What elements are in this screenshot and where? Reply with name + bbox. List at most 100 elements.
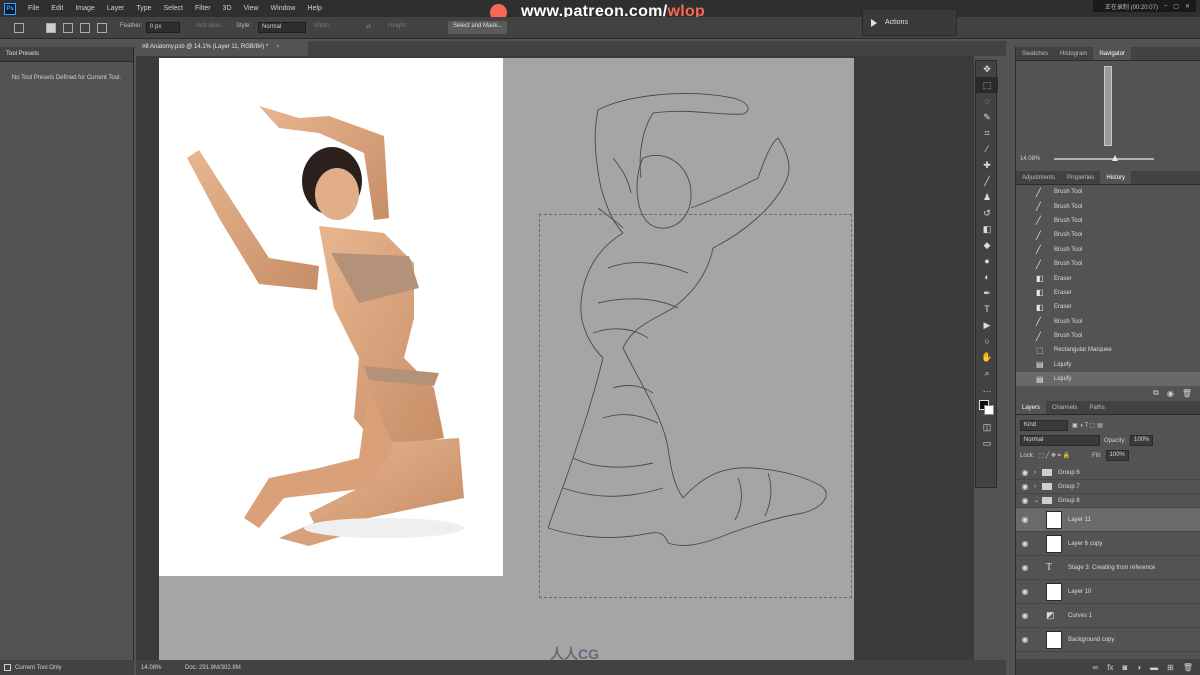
menu-window[interactable]: Window xyxy=(271,5,296,12)
lasso-tool-icon[interactable]: ◌ xyxy=(976,93,998,109)
visibility-eye-icon[interactable]: ◉ xyxy=(1016,587,1034,596)
tab-layers[interactable]: Layers xyxy=(1016,401,1047,414)
color-swatches[interactable] xyxy=(976,397,998,419)
tab-history[interactable]: History xyxy=(1100,171,1132,184)
tab-paths[interactable]: Paths xyxy=(1083,401,1110,414)
menu-type[interactable]: Type xyxy=(136,5,151,12)
layer-row[interactable]: ◉ ◩ Curves 1 xyxy=(1016,604,1200,628)
menu-layer[interactable]: Layer xyxy=(107,5,125,12)
layer-group-row[interactable]: ◉ › Group 6 xyxy=(1016,466,1200,480)
expand-chevron-icon[interactable]: › xyxy=(1034,470,1042,476)
canvas-area[interactable] xyxy=(136,56,974,664)
close-icon[interactable]: ✕ xyxy=(1185,3,1190,10)
new-layer-icon[interactable]: ⊞ xyxy=(1167,663,1174,672)
path-select-tool-icon[interactable]: ▶ xyxy=(976,317,998,333)
visibility-eye-icon[interactable]: ◉ xyxy=(1016,482,1034,491)
eyedropper-tool-icon[interactable]: ⁄ xyxy=(976,141,998,157)
menu-edit[interactable]: Edit xyxy=(51,5,63,12)
tab-navigator[interactable]: Navigator xyxy=(1093,47,1132,60)
history-item[interactable]: ╱ Brush Tool xyxy=(1016,315,1200,329)
document-tab[interactable]: #8 Anatomy.psb @ 14.1% (Layer 11, RGB/8#… xyxy=(136,41,308,56)
add-mask-icon[interactable]: ◙ xyxy=(1122,663,1127,672)
history-item[interactable]: ╱ Brush Tool xyxy=(1016,228,1200,242)
history-item[interactable]: ╱ Brush Tool xyxy=(1016,257,1200,271)
delete-layer-icon[interactable]: 🗑 xyxy=(1183,663,1193,672)
dodge-tool-icon[interactable]: ◐ xyxy=(976,269,998,285)
snapshot-icon[interactable]: ◉ xyxy=(1167,389,1174,398)
visibility-eye-icon[interactable]: ◉ xyxy=(1016,611,1034,620)
layer-group-row[interactable]: ◉ ⌄ Group 8 xyxy=(1016,494,1200,508)
layer-row[interactable]: ◉ Layer 10 xyxy=(1016,580,1200,604)
maximize-icon[interactable]: ▢ xyxy=(1173,3,1179,10)
filter-kind-select[interactable]: Kind xyxy=(1020,420,1068,431)
history-item[interactable]: ╱ Brush Tool xyxy=(1016,185,1200,199)
visibility-eye-icon[interactable]: ◉ xyxy=(1016,468,1034,477)
close-tab-icon[interactable]: × xyxy=(276,44,280,50)
menu-3d[interactable]: 3D xyxy=(223,5,232,12)
new-group-icon[interactable]: ▬ xyxy=(1150,663,1158,672)
history-item[interactable]: ╱ Brush Tool xyxy=(1016,329,1200,343)
visibility-eye-icon[interactable]: ◉ xyxy=(1016,539,1034,548)
menu-file[interactable]: File xyxy=(28,5,39,12)
brush-tool-icon[interactable]: ╱ xyxy=(976,173,998,189)
crop-tool-icon[interactable]: ⌗ xyxy=(976,125,998,141)
menu-select[interactable]: Select xyxy=(164,5,183,12)
fill-input[interactable]: 100% xyxy=(1105,450,1129,461)
current-tool-only-checkbox[interactable] xyxy=(4,664,11,671)
more-tools-icon[interactable]: … xyxy=(976,381,998,397)
healing-tool-icon[interactable]: ✚ xyxy=(976,157,998,173)
expand-chevron-icon[interactable]: › xyxy=(1034,484,1042,490)
new-selection-icon[interactable] xyxy=(46,23,56,33)
style-select[interactable]: Normal xyxy=(258,22,306,33)
antialias-label[interactable]: Anti-alias xyxy=(196,23,221,29)
select-and-mask-button[interactable]: Select and Mask... xyxy=(448,21,508,34)
tab-channels[interactable]: Channels xyxy=(1046,401,1083,414)
opacity-input[interactable]: 100% xyxy=(1130,435,1154,446)
zoom-level[interactable]: 14.08% xyxy=(141,665,185,671)
menu-view[interactable]: View xyxy=(244,5,259,12)
layer-row[interactable]: ◉ Background copy xyxy=(1016,628,1200,652)
history-item[interactable]: ╱ Brush Tool xyxy=(1016,199,1200,213)
doc-info[interactable]: Doc: 291.9M/302.8M xyxy=(185,665,241,671)
stamp-tool-icon[interactable]: ♟ xyxy=(976,189,998,205)
feather-input[interactable]: 0 px xyxy=(146,22,180,33)
pen-tool-icon[interactable]: ✒ xyxy=(976,285,998,301)
quick-mask-icon[interactable]: ◫ xyxy=(976,419,998,435)
navigator-zoom-value[interactable]: 14.08% xyxy=(1020,156,1040,162)
layer-row[interactable]: ◉ Layer 6 copy xyxy=(1016,532,1200,556)
visibility-eye-icon[interactable]: ◉ xyxy=(1016,496,1034,505)
history-item[interactable]: ╱ Brush Tool xyxy=(1016,214,1200,228)
visibility-eye-icon[interactable]: ◉ xyxy=(1016,563,1034,572)
navigator-preview[interactable] xyxy=(1016,61,1200,153)
artboard[interactable] xyxy=(159,58,854,664)
intersect-selection-icon[interactable] xyxy=(97,23,107,33)
blur-tool-icon[interactable]: ● xyxy=(976,253,998,269)
layer-style-icon[interactable]: fx xyxy=(1107,663,1113,672)
history-brush-tool-icon[interactable]: ↺ xyxy=(976,205,998,221)
navigator-zoom-knob[interactable] xyxy=(1112,155,1119,161)
link-layers-icon[interactable]: ∞ xyxy=(1093,663,1099,672)
add-selection-icon[interactable] xyxy=(63,23,73,33)
layer-group-row[interactable]: ◉ › Group 7 xyxy=(1016,480,1200,494)
lock-icons[interactable]: ⬚ ╱ ✥ ⌗ 🔒 xyxy=(1038,452,1070,460)
eraser-tool-icon[interactable]: ◧ xyxy=(976,221,998,237)
hand-tool-icon[interactable]: ✋ xyxy=(976,349,998,365)
tab-histogram[interactable]: Histogram xyxy=(1054,47,1093,60)
background-color-swatch[interactable] xyxy=(984,405,994,415)
visibility-eye-icon[interactable]: ◉ xyxy=(1016,635,1034,644)
layer-row[interactable]: ◉ T Stage 3: Creating from reference xyxy=(1016,556,1200,580)
menu-help[interactable]: Help xyxy=(307,5,321,12)
history-item-selected[interactable]: ▤ Liquify xyxy=(1016,372,1200,387)
history-item[interactable]: ◧ Eraser xyxy=(1016,271,1200,285)
history-item[interactable]: ◧ Eraser xyxy=(1016,300,1200,314)
history-item[interactable]: ◧ Eraser xyxy=(1016,286,1200,300)
play-icon[interactable] xyxy=(871,18,877,27)
layer-row-selected[interactable]: ◉ Layer 11 xyxy=(1016,508,1200,532)
history-item[interactable]: ⬚ Rectangular Marquee xyxy=(1016,343,1200,357)
tab-swatches[interactable]: Swatches xyxy=(1016,47,1054,60)
actions-panel[interactable]: Actions xyxy=(862,9,957,36)
navigator-zoom-slider[interactable] xyxy=(1054,155,1155,161)
marquee-preset-icon[interactable] xyxy=(14,23,24,33)
screen-mode-icon[interactable]: ▭ xyxy=(976,435,998,451)
filter-icons[interactable]: ▣ ◑ T ⬚ ▤ xyxy=(1072,422,1103,429)
